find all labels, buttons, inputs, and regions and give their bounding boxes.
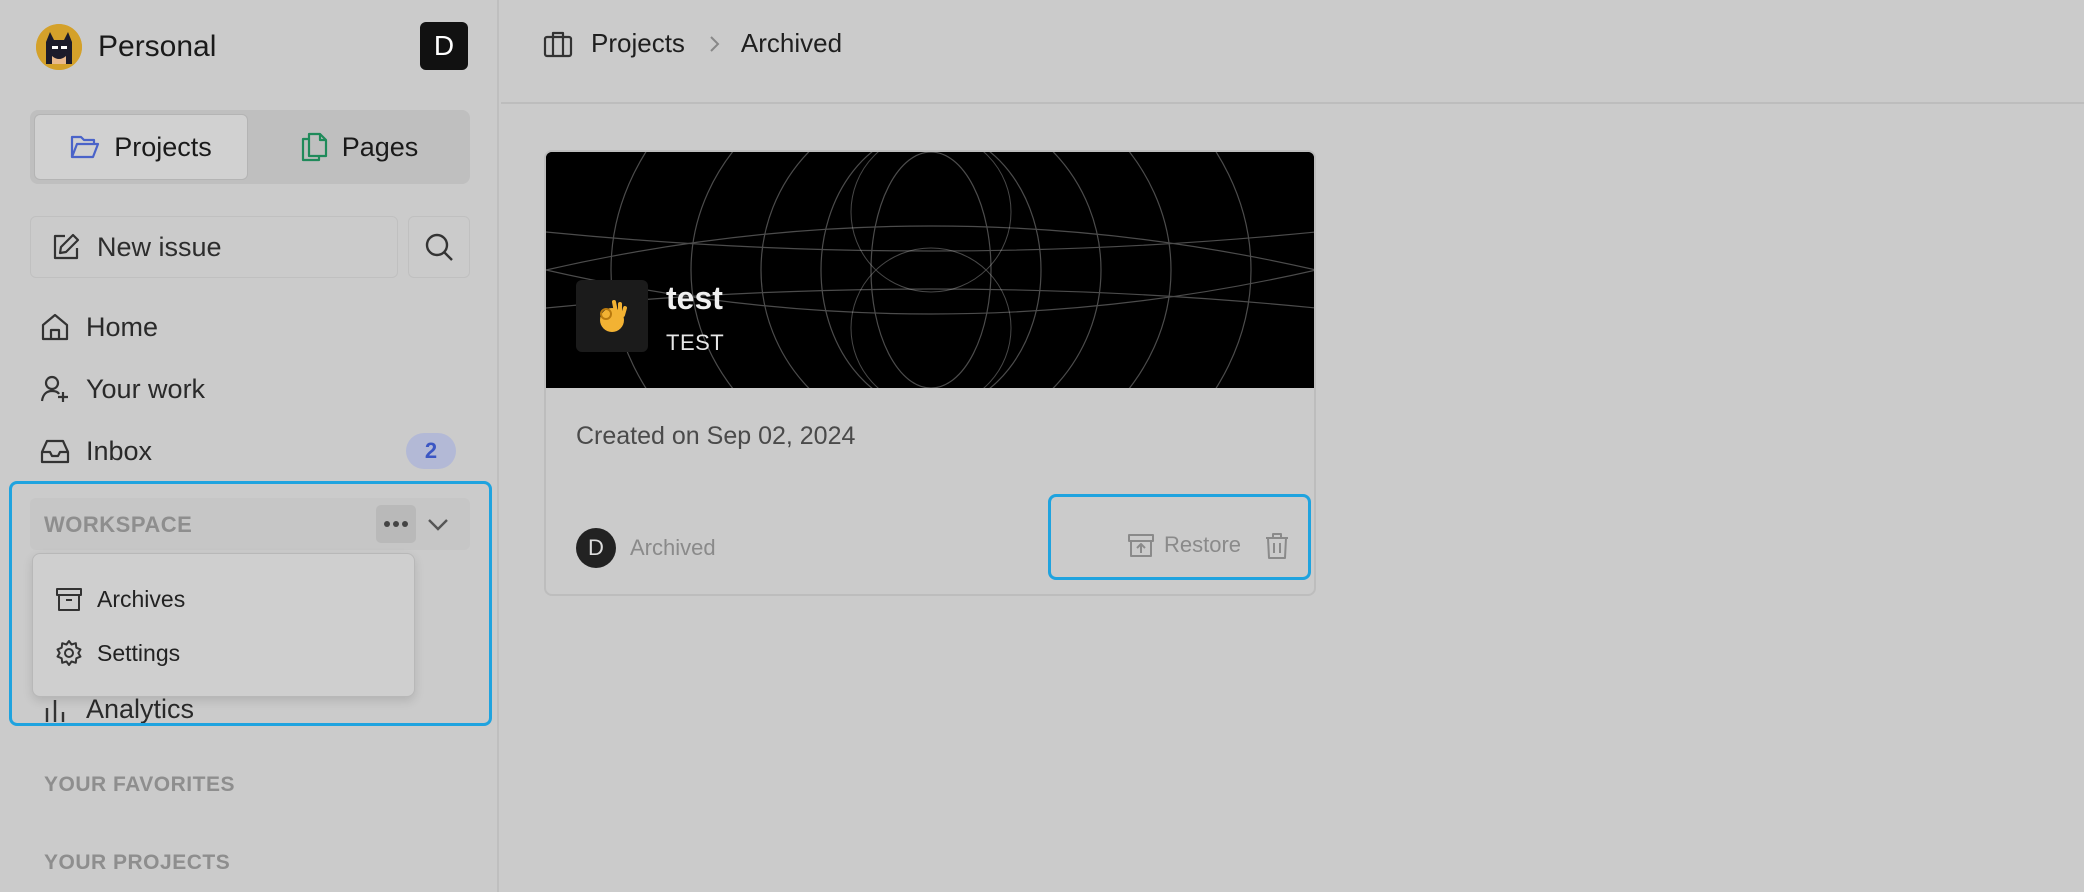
pages-icon [300,132,328,162]
workspace-more-button[interactable] [376,505,416,543]
sidebar-item-label: Home [86,311,159,342]
breadcrumb: Projects Archived [543,28,842,59]
breadcrumb-current: Archived [740,28,843,58]
edit-icon [51,232,81,262]
restore-label: Restore [1164,532,1242,557]
new-issue-button[interactable]: New issue [30,216,398,278]
pages-toggle-button[interactable]: Pages [252,114,466,180]
folder-icon [70,133,100,161]
delete-button[interactable] [1264,532,1290,560]
favorites-section-label[interactable]: YOUR FAVORITES [44,773,235,797]
sidebar-item-label: Your work [86,373,206,404]
workspace-name: Personal [98,30,217,63]
more-horizontal-icon [383,520,409,528]
inbox-count-badge: 2 [406,433,456,469]
project-created-date: Created on Sep 02, 2024 [576,422,856,450]
project-cover-image: test TEST [546,152,1314,388]
sidebar-item-label: Inbox [86,435,153,466]
workspace-section-label: WORKSPACE [44,512,193,537]
breadcrumb-projects[interactable]: Projects [591,28,685,59]
archive-restore-icon [1128,532,1154,558]
projects-section-label[interactable]: YOUR PROJECTS [44,851,230,875]
sidebar-item-inbox[interactable]: Inbox 2 [40,426,460,476]
sidebar: Personal D Projects Pages New issue Home… [0,0,499,892]
trash-icon [1264,532,1290,560]
menu-item-label: Archives [97,585,186,612]
sidebar-mode-toggle: Projects Pages [30,110,470,184]
top-bar: Projects Archived [501,0,2084,104]
projects-toggle-button[interactable]: Projects [34,114,248,180]
project-card[interactable]: test TEST Created on Sep 02, 2024 D Arch… [544,150,1316,596]
sidebar-item-home[interactable]: Home [40,302,460,352]
projects-toggle-label: Projects [114,131,212,162]
briefcase-icon [543,30,573,58]
archived-status: Archived [630,535,716,560]
sidebar-item-your-work[interactable]: Your work [40,364,460,414]
workspace-dropdown-menu: Archives Settings [32,553,415,697]
bar-chart-icon [40,694,70,724]
user-avatar[interactable]: D [420,22,468,70]
restore-button[interactable]: Restore [1128,532,1241,558]
new-issue-label: New issue [97,231,222,262]
chevron-down-icon[interactable] [426,510,450,538]
inbox-icon [40,436,70,466]
archive-icon [55,585,83,613]
menu-item-settings[interactable]: Settings [55,633,180,673]
menu-item-archives[interactable]: Archives [55,579,185,619]
search-button[interactable] [408,216,470,278]
sidebar-item-label: Analytics [86,693,195,724]
owner-avatar: D [576,528,616,568]
workspace-section-header[interactable]: WORKSPACE [30,498,470,550]
project-emoji-icon [576,280,648,352]
chevron-right-icon [707,34,721,54]
user-plus-icon [40,374,70,404]
menu-item-label: Settings [97,639,181,666]
project-identifier: TEST [666,330,725,355]
project-name: test [666,280,723,316]
workspace-header[interactable]: Personal D [36,22,472,70]
gear-icon [55,639,83,667]
search-icon [424,232,454,262]
workspace-avatar [36,24,82,70]
home-icon [40,312,70,342]
pages-toggle-label: Pages [341,131,419,162]
